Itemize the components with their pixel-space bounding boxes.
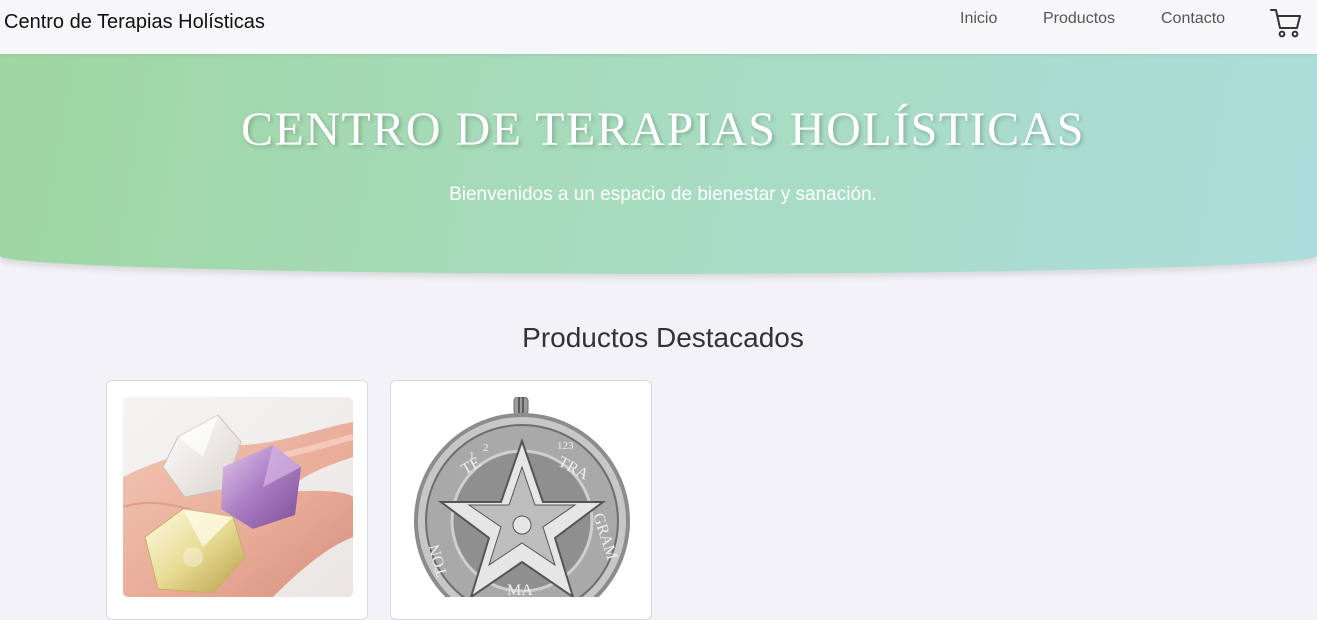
- nav-link-contacto[interactable]: Contacto: [1161, 10, 1225, 28]
- product-card[interactable]: [106, 380, 368, 620]
- pendant-text-ma: MA: [507, 582, 533, 597]
- nav-link-productos[interactable]: Productos: [1043, 10, 1115, 28]
- pendant-text-n2: 2: [483, 442, 489, 454]
- hero-banner: CENTRO DE TERAPIAS HOLÍSTICAS Bienvenido…: [0, 54, 1317, 274]
- tetragrammaton-pendant-image: TE TRA GRAM TON MA 1 2 123: [407, 397, 637, 597]
- section-title: Productos Destacados: [522, 322, 804, 353]
- product-card[interactable]: TE TRA GRAM TON MA 1 2 123: [390, 380, 652, 620]
- hero-subtitle: Bienvenidos a un espacio de bienestar y …: [449, 184, 877, 205]
- brand-link[interactable]: Centro de Terapias Holísticas: [4, 11, 265, 34]
- pendant-text-n123: 123: [557, 440, 574, 452]
- shopping-cart-icon: [1270, 9, 1301, 38]
- pendant-text-n1: 1: [469, 450, 475, 462]
- hero-title: CENTRO DE TERAPIAS HOLÍSTICAS: [241, 103, 1085, 156]
- cart-button[interactable]: [1269, 7, 1303, 39]
- crystals-in-hand-image: [123, 397, 353, 597]
- nav-link-inicio[interactable]: Inicio: [960, 10, 997, 28]
- navbar: Centro de Terapias Holísticas Inicio Pro…: [0, 0, 1317, 54]
